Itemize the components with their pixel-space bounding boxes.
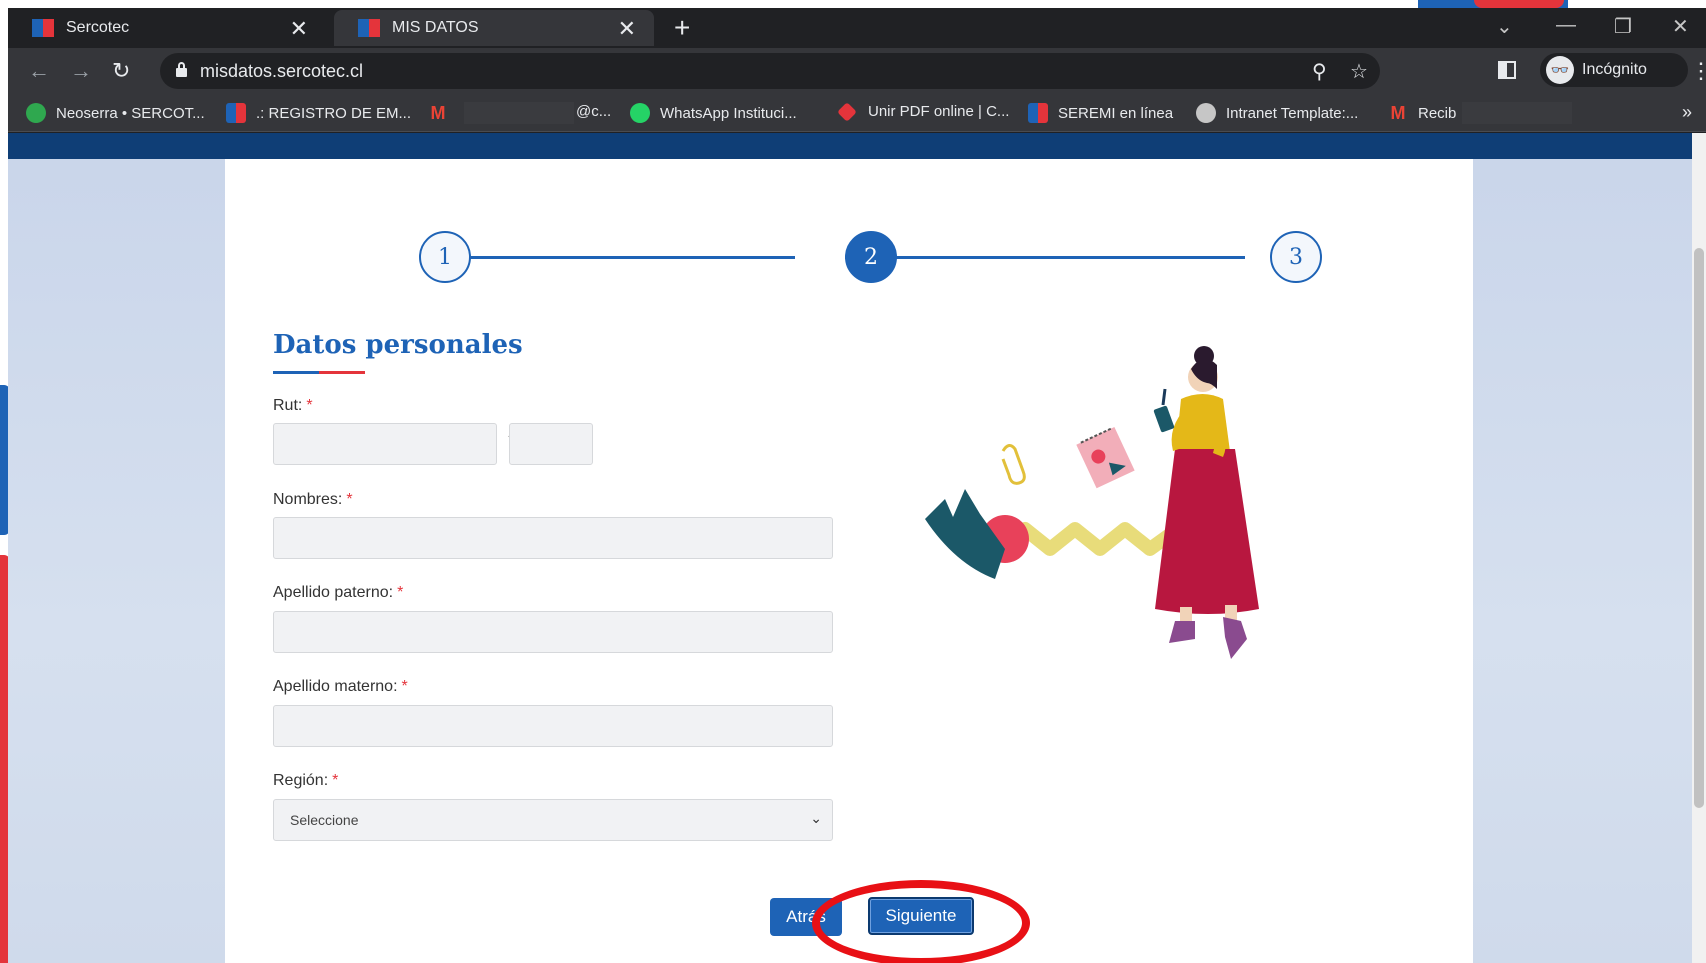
close-tab-icon[interactable]: ✕ (290, 16, 308, 42)
required-marker: * (306, 397, 313, 414)
screenshot-frame: Sercotec ✕ MIS DATOS ✕ + ⌄ — ❐ ✕ ← → ↻ m… (0, 0, 1706, 963)
next-button[interactable]: Siguiente (868, 897, 974, 935)
bookmark-label: Intranet Template:... (1226, 104, 1359, 122)
step-3: 3 (1270, 231, 1322, 283)
bookmark-label: WhatsApp Instituci... (660, 104, 797, 122)
minimize-icon[interactable]: — (1556, 14, 1576, 37)
label-text: Apellido materno: (273, 678, 398, 695)
bookmark-label: Unir PDF online | C... (868, 103, 1010, 120)
incognito-profile-button[interactable]: 👓 Incógnito (1540, 53, 1688, 87)
profile-label: Incógnito (1582, 61, 1647, 78)
back-arrow-icon[interactable]: ← (28, 58, 50, 84)
chile-flag-icon (358, 19, 380, 37)
required-marker: * (332, 772, 339, 789)
zoom-icon[interactable]: ⚲ (1312, 59, 1327, 84)
apellido-paterno-label: Apellido paterno: * (273, 584, 403, 602)
title-underline (273, 371, 365, 374)
page-scrollbar[interactable] (1692, 133, 1706, 963)
bookmark-item[interactable]: Intranet Template:... (1196, 103, 1358, 123)
forward-arrow-icon[interactable]: → (70, 58, 92, 84)
close-tab-icon[interactable]: ✕ (618, 16, 636, 42)
required-marker: * (346, 491, 353, 508)
region-select[interactable]: Seleccione ⌄ (273, 799, 833, 841)
scrollbar-thumb[interactable] (1694, 248, 1704, 808)
back-button[interactable]: Atrás (770, 898, 842, 936)
rut-number-input[interactable] (273, 423, 497, 465)
page-viewport: 1 2 3 Datos personales Rut:* - Nombres:*… (8, 133, 1692, 963)
bookmark-label: @c... (576, 103, 612, 120)
chile-flag-icon (32, 19, 54, 37)
new-tab-icon[interactable]: + (674, 12, 690, 44)
bookmark-item[interactable]: SEREMI en línea (1028, 103, 1173, 123)
side-panel-icon[interactable] (1498, 61, 1516, 79)
apellido-materno-label: Apellido materno: * (273, 678, 408, 696)
region-selected-value: Seleccione (290, 812, 359, 828)
tab-mis-datos[interactable]: MIS DATOS ✕ (334, 10, 654, 46)
bookmark-item[interactable]: .: REGISTRO DE EM... (226, 103, 411, 123)
bookmark-label: Neoserra • SERCOT... (56, 104, 205, 122)
tab-title: Sercotec (66, 19, 130, 36)
label-text: Rut: (273, 397, 303, 414)
whatsapp-icon (630, 103, 650, 123)
nombres-label: Nombres: * (273, 491, 353, 509)
url-text: misdatos.sercotec.cl (200, 61, 364, 81)
browser-toolbar: ← → ↻ misdatos.sercotec.cl ⚲ ☆ 👓 Incógni… (8, 48, 1706, 94)
rut-verifier-input[interactable] (509, 423, 593, 465)
form-card: 1 2 3 Datos personales Rut:* - Nombres:*… (225, 159, 1473, 963)
apellido-paterno-input[interactable] (273, 611, 833, 653)
incognito-icon: 👓 (1546, 56, 1574, 84)
neoserra-icon (26, 103, 46, 123)
required-marker: * (397, 584, 404, 601)
chile-flag-icon (226, 103, 246, 123)
redacted-bookmark-text (1462, 102, 1572, 124)
restore-icon[interactable]: ❐ (1614, 14, 1632, 39)
required-marker: * (401, 678, 408, 695)
bookmark-label: SEREMI en línea (1058, 104, 1174, 122)
address-bar[interactable]: misdatos.sercotec.cl ⚲ ☆ (160, 53, 1380, 89)
label-text: Región: (273, 772, 329, 789)
browser-menu-icon[interactable]: ⋮ (1690, 58, 1706, 84)
chile-flag-icon (1028, 103, 1048, 123)
bookmark-label: .: REGISTRO DE EM... (256, 104, 412, 122)
browser-window: Sercotec ✕ MIS DATOS ✕ + ⌄ — ❐ ✕ ← → ↻ m… (8, 8, 1706, 963)
redacted-bookmark-text (464, 102, 574, 124)
bookmarks-bar: Neoserra • SERCOT... .: REGISTRO DE EM..… (8, 94, 1706, 132)
bookmark-item[interactable]: M Recib (1388, 103, 1457, 123)
stepper-connector (845, 256, 1245, 259)
region-label: Región: * (273, 772, 338, 790)
lock-icon (176, 62, 187, 77)
tab-title: MIS DATOS (392, 19, 479, 36)
more-bookmarks-icon[interactable]: » (1682, 102, 1692, 123)
label-text: Nombres: (273, 491, 343, 508)
decorative-stripe-red (1474, 0, 1564, 8)
chevron-down-icon: ⌄ (810, 810, 822, 826)
heart-icon (837, 101, 857, 122)
close-window-icon[interactable]: ✕ (1672, 14, 1689, 39)
step-2-current: 2 (845, 231, 897, 283)
woman-with-notebook-illustration (925, 346, 1259, 659)
gmail-icon: M (430, 103, 446, 123)
bookmark-label: Recib (1418, 104, 1457, 122)
bookmark-item[interactable]: Unir PDF online | C... (837, 101, 1010, 122)
bookmark-item[interactable]: M (428, 103, 458, 123)
bookmark-star-icon[interactable]: ☆ (1350, 59, 1368, 84)
bookmark-item[interactable]: Neoserra • SERCOT... (26, 103, 205, 123)
label-text: Apellido paterno: (273, 584, 394, 601)
reload-icon[interactable]: ↻ (112, 58, 130, 84)
step-1: 1 (419, 231, 471, 283)
globe-icon (1196, 103, 1216, 123)
site-header-bar (8, 133, 1692, 159)
bookmark-item[interactable]: @c... (576, 103, 611, 120)
gmail-icon: M (1390, 103, 1406, 123)
section-title: Datos personales (273, 330, 523, 360)
bookmark-item[interactable]: WhatsApp Instituci... (630, 103, 797, 123)
tab-search-chevron-icon[interactable]: ⌄ (1496, 14, 1513, 39)
stepper-connector (470, 256, 795, 259)
tab-sercotec[interactable]: Sercotec ✕ (8, 10, 326, 46)
tab-strip: Sercotec ✕ MIS DATOS ✕ + ⌄ — ❐ ✕ (8, 8, 1706, 48)
apellido-materno-input[interactable] (273, 705, 833, 747)
rut-label: Rut: * (273, 397, 313, 415)
nombres-input[interactable] (273, 517, 833, 559)
